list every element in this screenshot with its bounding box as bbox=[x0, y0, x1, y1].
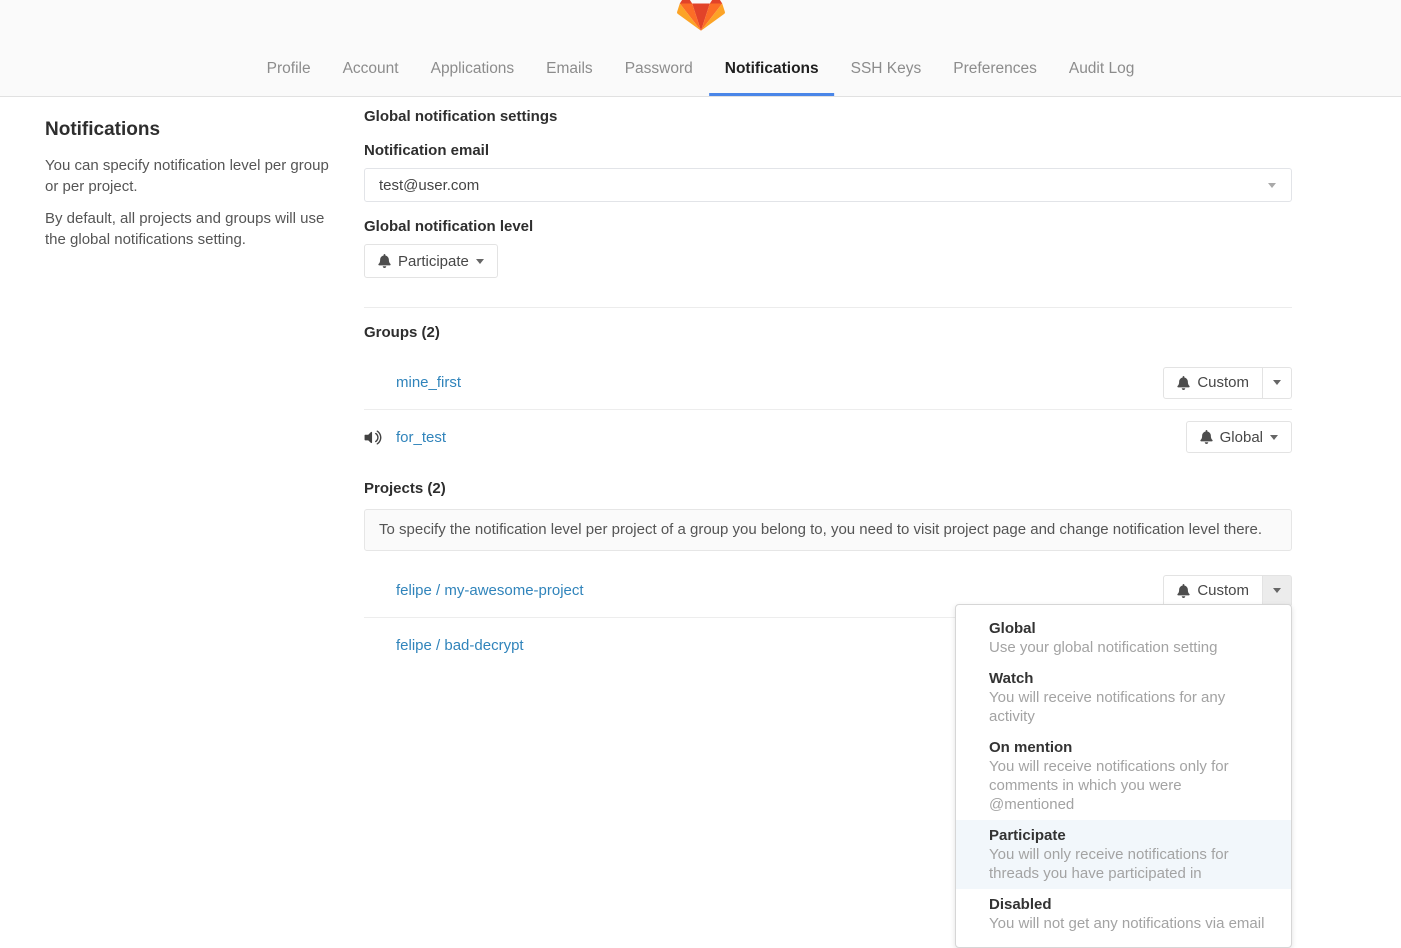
projects-heading: Projects (2) bbox=[364, 480, 1292, 498]
group-row-mine-first: mine_first Custom bbox=[364, 356, 1292, 410]
menu-item-description: You will receive notifications for any a… bbox=[989, 688, 1271, 726]
group-level-button[interactable]: Custom bbox=[1163, 367, 1263, 399]
tab-ssh-keys[interactable]: SSH Keys bbox=[835, 50, 938, 96]
menu-item-global[interactable]: Global Use your global notification sett… bbox=[956, 613, 1291, 663]
profile-nav-tabs: Profile Account Applications Emails Pass… bbox=[251, 50, 1151, 96]
tab-emails[interactable]: Emails bbox=[530, 50, 609, 96]
caret-down-icon bbox=[476, 259, 484, 264]
menu-item-description: You will only receive notifications for … bbox=[989, 845, 1271, 883]
profile-settings-header: Profile Account Applications Emails Pass… bbox=[0, 0, 1401, 97]
menu-item-description: You will receive notifications only for … bbox=[989, 757, 1271, 814]
bell-icon bbox=[1177, 584, 1190, 598]
page-title: Notifications bbox=[45, 119, 331, 141]
notification-level-dropdown-menu: Global Use your global notification sett… bbox=[955, 604, 1292, 948]
groups-list: mine_first Custom fo bbox=[364, 356, 1292, 464]
group-row-for-test: for_test Global bbox=[364, 410, 1292, 464]
tab-preferences[interactable]: Preferences bbox=[937, 50, 1053, 96]
caret-down-icon bbox=[1273, 588, 1281, 593]
notification-email-value: test@user.com bbox=[379, 177, 479, 194]
group-link-for-test[interactable]: for_test bbox=[396, 429, 446, 446]
section-divider bbox=[364, 307, 1292, 308]
group-link-mine-first[interactable]: mine_first bbox=[396, 374, 461, 391]
group-level-button-label: Custom bbox=[1197, 374, 1249, 391]
menu-item-description: Use your global notification setting bbox=[989, 638, 1271, 657]
chevron-down-icon bbox=[1268, 183, 1276, 188]
volume-up-icon bbox=[364, 430, 396, 445]
tab-notifications[interactable]: Notifications bbox=[709, 50, 835, 96]
sidebar-paragraph: By default, all projects and groups will… bbox=[45, 208, 331, 250]
notification-settings-panel: Global notification settings Notificatio… bbox=[364, 97, 1292, 672]
project-level-split-button: Custom bbox=[1163, 575, 1292, 607]
bell-icon bbox=[378, 254, 391, 268]
tab-password[interactable]: Password bbox=[609, 50, 709, 96]
tab-applications[interactable]: Applications bbox=[415, 50, 531, 96]
gitlab-tanuki-logo-icon bbox=[677, 0, 725, 39]
menu-item-title: Watch bbox=[989, 669, 1271, 688]
menu-item-title: On mention bbox=[989, 738, 1271, 757]
bell-icon bbox=[1177, 376, 1190, 390]
projects-notice: To specify the notification level per pr… bbox=[364, 509, 1292, 551]
global-level-button-label: Participate bbox=[398, 253, 469, 270]
project-level-button-label: Custom bbox=[1197, 582, 1249, 599]
project-level-caret-button[interactable] bbox=[1262, 575, 1292, 607]
menu-item-participate[interactable]: Participate You will only receive notifi… bbox=[956, 820, 1291, 889]
menu-item-disabled[interactable]: Disabled You will not get any notificati… bbox=[956, 889, 1291, 939]
notification-email-select[interactable]: test@user.com bbox=[364, 168, 1292, 202]
group-level-button[interactable]: Global bbox=[1186, 421, 1292, 453]
project-link-my-awesome-project[interactable]: felipe / my-awesome-project bbox=[396, 582, 584, 599]
project-link-bad-decrypt[interactable]: felipe / bad-decrypt bbox=[396, 637, 524, 654]
caret-down-icon bbox=[1273, 380, 1281, 385]
groups-heading: Groups (2) bbox=[364, 324, 1292, 342]
menu-item-watch[interactable]: Watch You will receive notifications for… bbox=[956, 663, 1291, 732]
group-level-caret-button[interactable] bbox=[1262, 367, 1292, 399]
menu-item-on-mention[interactable]: On mention You will receive notification… bbox=[956, 732, 1291, 820]
menu-item-title: Global bbox=[989, 619, 1271, 638]
tab-profile[interactable]: Profile bbox=[251, 50, 327, 96]
menu-item-title: Participate bbox=[989, 826, 1271, 845]
group-level-button-label: Global bbox=[1220, 429, 1263, 446]
menu-item-description: You will not get any notifications via e… bbox=[989, 914, 1271, 933]
tab-account[interactable]: Account bbox=[327, 50, 415, 96]
global-level-label: Global notification level bbox=[364, 218, 1292, 236]
tab-audit-log[interactable]: Audit Log bbox=[1053, 50, 1151, 96]
menu-item-title: Disabled bbox=[989, 895, 1271, 914]
notification-email-label: Notification email bbox=[364, 142, 1292, 160]
page-content: Notifications You can specify notificati… bbox=[0, 97, 1401, 672]
global-level-button[interactable]: Participate bbox=[364, 244, 498, 278]
project-level-button[interactable]: Custom bbox=[1163, 575, 1263, 607]
group-level-split-button: Custom bbox=[1163, 367, 1292, 399]
bell-icon bbox=[1200, 430, 1213, 444]
sidebar-description: Notifications You can specify notificati… bbox=[0, 97, 364, 672]
sidebar-paragraph: You can specify notification level per g… bbox=[45, 155, 331, 197]
global-settings-heading: Global notification settings bbox=[364, 108, 1292, 126]
caret-down-icon bbox=[1270, 435, 1278, 440]
